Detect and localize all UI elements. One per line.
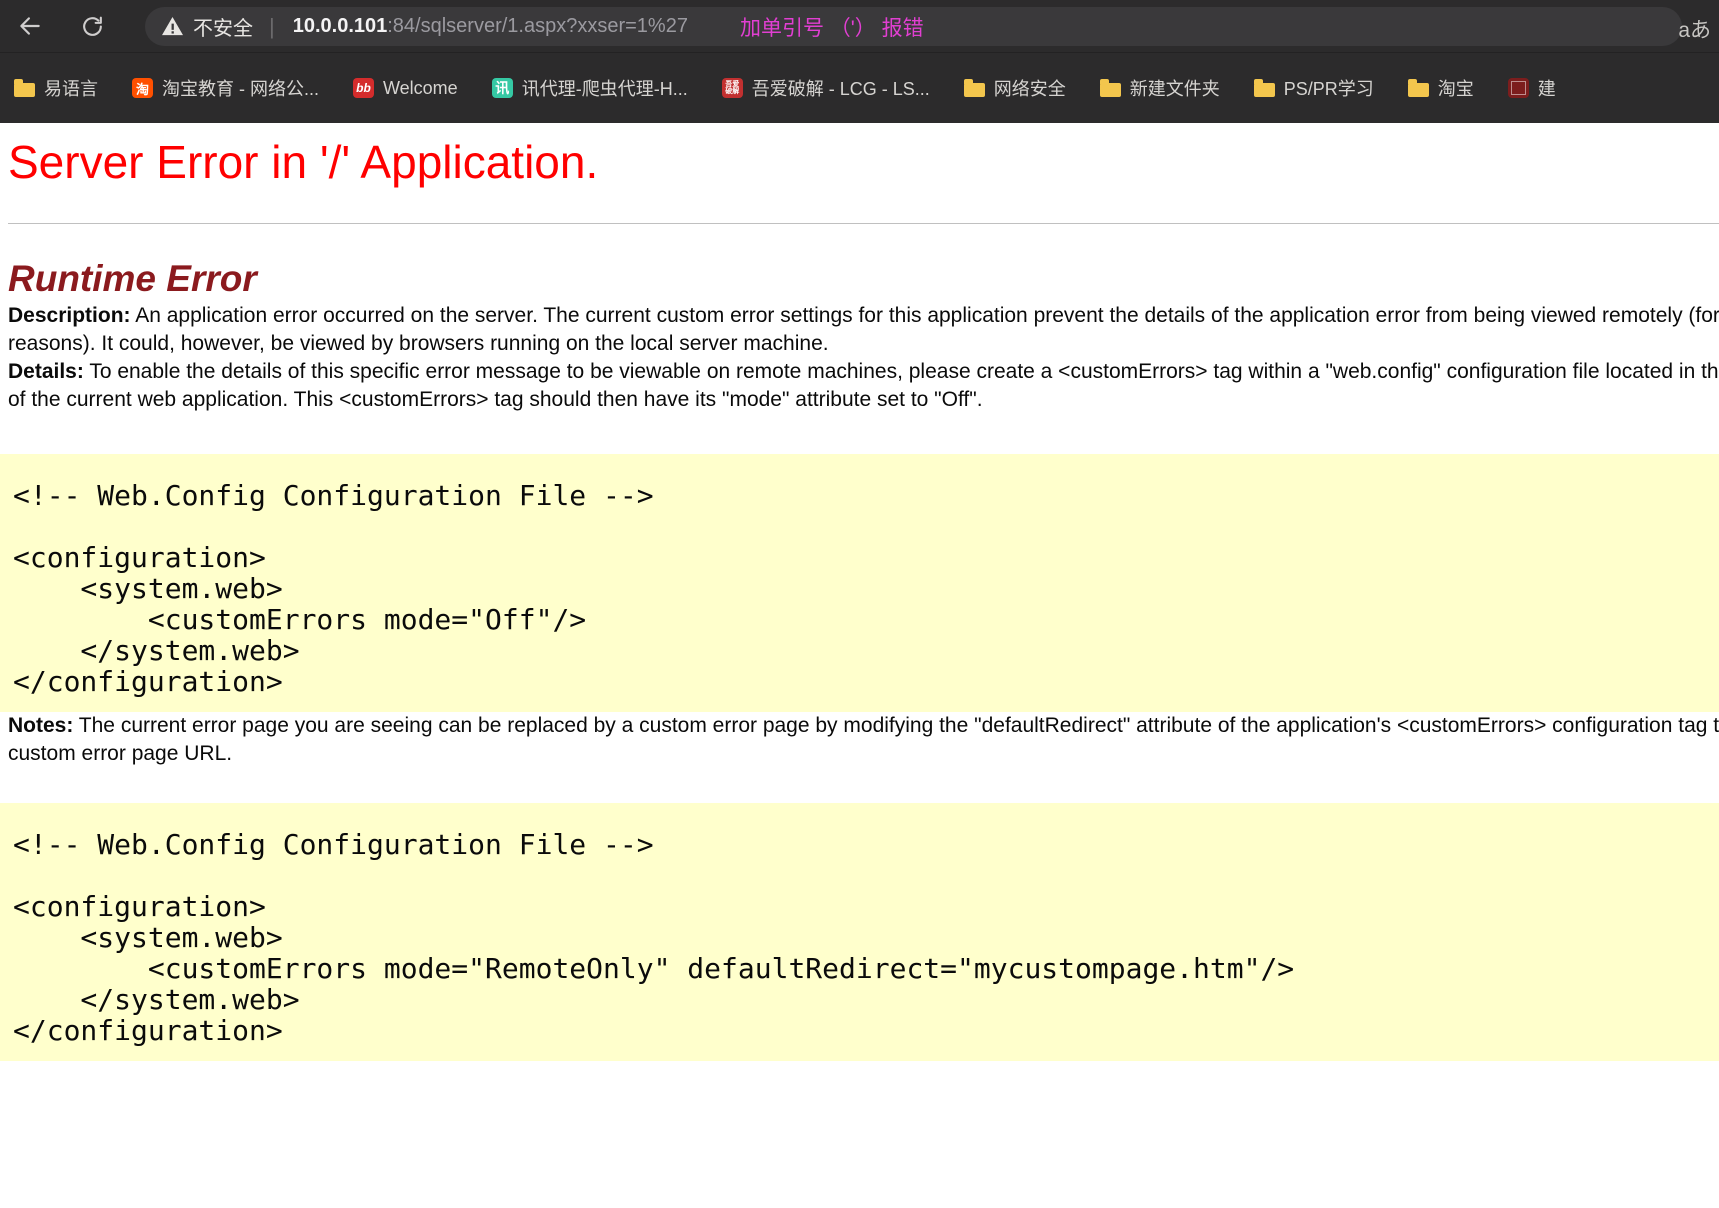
page-title: Server Error in '/' Application. [8,135,1719,189]
bookmark-item[interactable]: 淘宝 [1408,75,1474,101]
bookmark-item[interactable]: 建 [1508,75,1556,101]
address-bar[interactable]: 不安全 | 10.0.0.101:84/sqlserver/1.aspx?xxs… [145,7,1682,46]
bookmark-label: PS/PR学习 [1284,75,1374,101]
bookmark-item[interactable]: PS/PR学习 [1254,75,1374,101]
refresh-icon [80,14,105,39]
bookmark-label: 淘宝教育 - 网络公... [162,75,319,101]
description-paragraph: Description: An application error occurr… [8,302,1719,358]
config-code-block-1: <!-- Web.Config Configuration File --> <… [0,454,1719,712]
folder-icon [14,83,35,97]
bookmark-label: Welcome [383,78,458,99]
notes-paragraph: Notes: The current error page you are se… [8,712,1719,768]
details-paragraph: Details: To enable the details of this s… [8,358,1719,414]
description-label: Description: [8,304,131,327]
bookmark-item[interactable]: 淘 淘宝教育 - 网络公... [132,75,319,101]
config-code-block-2: <!-- Web.Config Configuration File --> <… [0,803,1719,1061]
url-separator: | [269,14,275,40]
url-path: :84/sqlserver/1.aspx?xxser=1%27 [387,15,688,37]
error-subtitle: Runtime Error [8,257,1719,301]
notes-label: Notes: [8,714,73,737]
page-url[interactable]: 10.0.0.101:84/sqlserver/1.aspx?xxser=1%2… [293,15,688,38]
bookmark-item[interactable]: 讯 讯代理-爬虫代理-H... [492,75,688,101]
translate-icon[interactable]: aあ [1678,14,1711,44]
bookmark-label: 易语言 [44,75,98,101]
bookmark-label: 讯代理-爬虫代理-H... [522,75,688,101]
refresh-button[interactable] [72,6,112,46]
xun-icon: 讯 [492,78,513,98]
description-line1: An application error occurred on the ser… [131,304,1719,327]
bookmark-label: 吾爱破解 - LCG - LS... [752,75,930,101]
bookmark-item[interactable]: bb Welcome [353,78,458,99]
description-line2: reasons). It could, however, be viewed b… [8,330,1719,358]
url-host: 10.0.0.101 [293,15,388,37]
taobao-icon: 淘 [132,78,153,98]
details-label: Details: [8,360,84,383]
notes-line1: The current error page you are seeing ca… [73,714,1719,737]
error-page: Server Error in '/' Application. Runtime… [0,135,1719,1208]
browser-toolbar: 不安全 | 10.0.0.101:84/sqlserver/1.aspx?xxs… [0,0,1719,52]
security-warning-icon [161,16,184,37]
bookmark-item[interactable]: 网络安全 [964,75,1066,101]
folder-icon [1408,83,1429,97]
bookmark-label: 建 [1538,75,1556,101]
details-line1: To enable the details of this specific e… [84,360,1719,383]
bookmarks-bar: 易语言 淘 淘宝教育 - 网络公... bb Welcome 讯 讯代理-爬虫代… [0,52,1719,123]
back-arrow-icon [17,13,43,39]
seal-icon [1508,78,1529,98]
bookmark-label: 新建文件夹 [1130,75,1220,101]
bookmark-item[interactable]: 易语言 [14,75,98,101]
browser-chrome: 不安全 | 10.0.0.101:84/sqlserver/1.aspx?xxs… [0,0,1719,123]
notes-line2: custom error page URL. [8,740,1719,768]
folder-icon [1100,83,1121,97]
back-button[interactable] [10,6,50,46]
url-annotation: 加单引号 （'） 报错 [740,12,924,42]
security-label: 不安全 [193,12,253,41]
bookmark-item[interactable]: 新建文件夹 [1100,75,1220,101]
details-line2: of the current web application. This <cu… [8,386,1719,414]
bookmark-label: 网络安全 [994,75,1066,101]
bb-icon: bb [353,78,374,98]
52pj-icon: 吾爱 破解 [722,78,743,98]
bookmark-label: 淘宝 [1438,75,1474,101]
folder-icon [964,83,985,97]
divider-rule [8,223,1719,224]
bookmark-item[interactable]: 吾爱 破解 吾爱破解 - LCG - LS... [722,75,930,101]
folder-icon [1254,83,1275,97]
